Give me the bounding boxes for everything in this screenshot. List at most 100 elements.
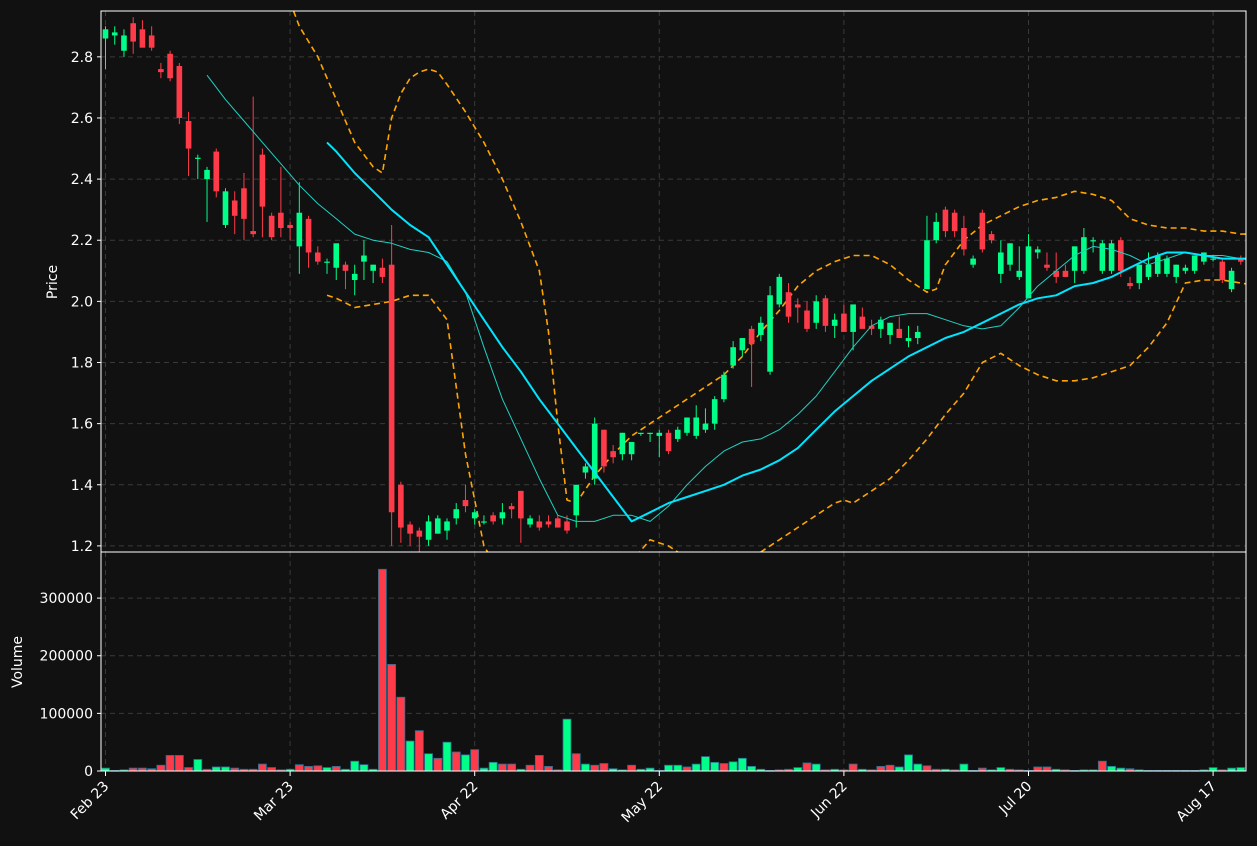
candle-body <box>656 432 663 436</box>
candle-body <box>1025 246 1032 299</box>
volume-bar <box>507 763 517 772</box>
candle-body <box>582 466 589 473</box>
candle-body <box>111 32 118 36</box>
volume-bar <box>904 754 913 772</box>
candle-body <box>619 432 626 455</box>
candle-body <box>1081 237 1087 271</box>
candle-body <box>324 261 330 263</box>
price-y-tick-label: 2.2 <box>71 233 93 249</box>
candle-body <box>398 484 404 528</box>
candle-body <box>545 521 552 525</box>
stock-chart: 1.2 1.4 1.6 1.8 2.0 2.2 2.4 2.6 2.8 Price 0 10000… <box>0 0 1257 842</box>
candle-body <box>434 518 441 534</box>
candle-body <box>121 35 127 51</box>
volume-bar <box>304 765 313 772</box>
volume-bar <box>267 767 277 772</box>
volume-bar <box>1107 765 1116 772</box>
candle-body <box>351 273 358 280</box>
candle-body <box>204 169 210 180</box>
candle-body <box>471 512 478 519</box>
candle-body <box>241 188 247 219</box>
candle-body <box>859 316 866 329</box>
candle-body <box>1210 258 1216 260</box>
candle-body <box>1034 249 1041 253</box>
volume-bar <box>1042 766 1052 772</box>
candle-body <box>333 243 340 268</box>
volume-bar <box>377 568 387 772</box>
volume-bar <box>894 766 904 772</box>
candle-body <box>1219 261 1226 280</box>
candle-body <box>933 221 939 241</box>
volume-bar <box>313 765 323 772</box>
candle-body <box>951 212 958 232</box>
volume-bar <box>747 765 756 772</box>
candle-body <box>970 258 976 265</box>
price-y-tick-label: 1.4 <box>71 478 93 494</box>
volume-bar <box>221 766 230 772</box>
volume-bar <box>156 764 166 772</box>
candle-body <box>554 518 561 528</box>
candle-body <box>148 35 155 48</box>
candle-body <box>896 328 903 339</box>
volume-bar <box>719 763 729 772</box>
candle-body <box>1118 240 1124 271</box>
volume-bar <box>710 761 720 772</box>
candle-body <box>250 231 256 235</box>
candle-body <box>518 490 524 519</box>
candle-body <box>342 264 349 271</box>
candle-body <box>693 417 700 436</box>
candle-body <box>610 451 616 458</box>
candle-body <box>711 399 718 424</box>
volume-bar <box>433 757 443 772</box>
volume-bar <box>442 741 452 772</box>
candle-body <box>776 276 783 305</box>
volume-bar <box>885 764 895 772</box>
candle-body <box>1090 240 1096 242</box>
candle-body <box>1154 255 1161 274</box>
candle-body <box>527 518 533 525</box>
volume-bar <box>1236 767 1246 772</box>
candle-body <box>1228 270 1235 290</box>
candle-body <box>1136 264 1143 284</box>
candle-body <box>785 292 792 317</box>
volume-bar <box>544 765 553 772</box>
candle-body <box>628 441 635 455</box>
candle-body <box>674 429 681 439</box>
candle-body <box>388 264 395 513</box>
candle-body <box>490 515 496 522</box>
volume-bar <box>451 751 461 772</box>
volume-bar <box>525 764 535 772</box>
volume-bar <box>461 754 470 772</box>
candle-body <box>822 298 829 326</box>
volume-bar <box>331 765 341 772</box>
candle-body <box>167 53 173 79</box>
candle-body <box>794 304 801 308</box>
volume-bar <box>848 763 858 772</box>
candle-body <box>804 310 810 329</box>
volume-bar <box>802 762 812 772</box>
volume-bar <box>322 767 332 772</box>
volume-bar <box>497 763 507 772</box>
price-y-label: Price <box>45 265 61 299</box>
candle-body <box>1053 270 1059 277</box>
volume-bar <box>562 718 572 772</box>
candle-body <box>1191 255 1198 271</box>
candle-body <box>536 521 543 528</box>
candle-body <box>924 240 930 290</box>
candle-body <box>831 319 838 326</box>
volume-bar <box>350 760 360 772</box>
volume-bar <box>581 763 590 772</box>
volume-bar <box>1033 766 1043 772</box>
volume-bar <box>165 755 175 772</box>
price-y-tick-label: 2.6 <box>71 111 93 127</box>
candle-body <box>721 374 727 400</box>
volume-bar <box>414 730 424 772</box>
candle-body <box>453 509 460 519</box>
price-y-tick-label: 1.2 <box>71 539 93 555</box>
volume-bar <box>691 763 701 772</box>
volume-bar <box>258 763 267 772</box>
candle-body <box>1201 252 1207 262</box>
candle-body <box>508 506 515 510</box>
candle-body <box>130 23 136 42</box>
candle-body <box>647 432 653 434</box>
